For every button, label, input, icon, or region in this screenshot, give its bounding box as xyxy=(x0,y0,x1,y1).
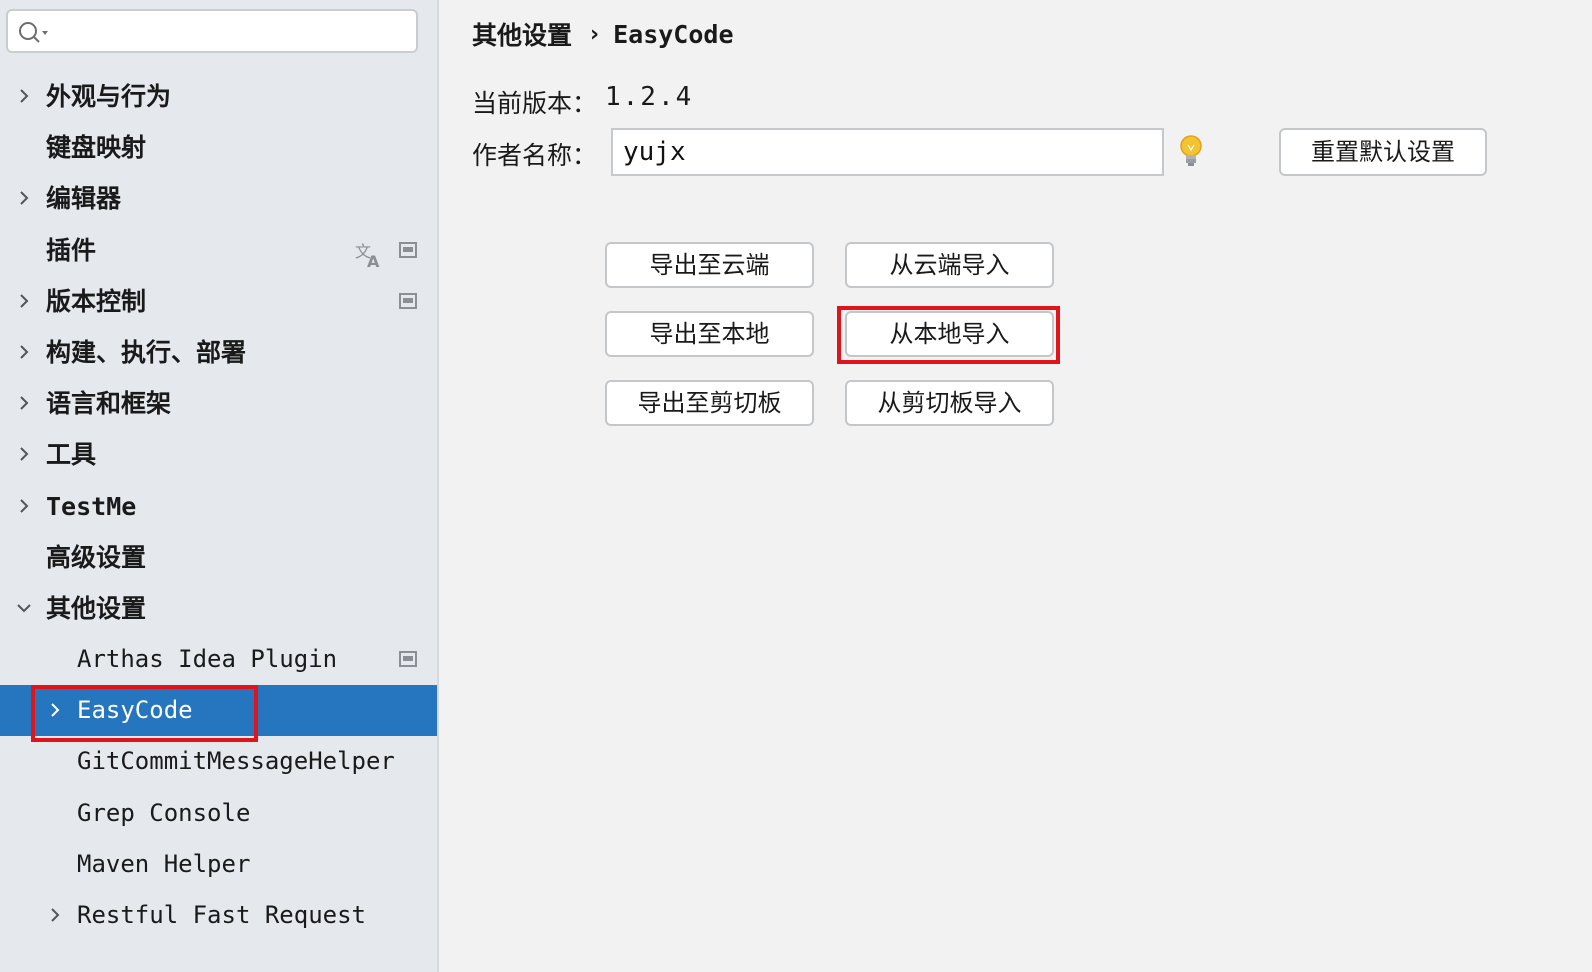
chevron-right-icon[interactable] xyxy=(47,907,63,923)
settings-tree: 外观与行为 键盘映射 编辑器 插件 文 A 版本控制 构建、执行、部署 语言和框… xyxy=(0,71,437,941)
export-clipboard-button[interactable]: 导出至剪切板 xyxy=(605,380,814,426)
tree-item-label: 高级设置 xyxy=(46,542,147,572)
tree-item-tools[interactable]: 工具 xyxy=(0,429,437,480)
tree-item-label: 工具 xyxy=(46,440,97,470)
import-cloud-button[interactable]: 从云端导入 xyxy=(845,242,1054,288)
tree-item-version-control[interactable]: 版本控制 xyxy=(0,276,437,327)
chevron-right-icon[interactable] xyxy=(16,293,32,309)
tree-item-label: EasyCode xyxy=(77,696,193,725)
tree-item-arthas[interactable]: Arthas Idea Plugin xyxy=(0,634,437,685)
tree-item-label: 编辑器 xyxy=(46,184,122,214)
reset-defaults-button[interactable]: 重置默认设置 xyxy=(1279,128,1487,176)
chevron-right-icon[interactable] xyxy=(16,190,32,206)
tree-item-label: 插件 xyxy=(46,235,97,265)
export-local-button[interactable]: 导出至本地 xyxy=(605,311,814,357)
tree-item-label: 版本控制 xyxy=(46,286,147,316)
breadcrumb-parent[interactable]: 其他设置 xyxy=(472,16,572,52)
tree-item-label: GitCommitMessageHelper xyxy=(77,747,395,776)
tree-item-languages[interactable]: 语言和框架 xyxy=(0,378,437,429)
lightbulb-icon[interactable] xyxy=(1179,134,1203,168)
tree-item-maven-helper[interactable]: Maven Helper xyxy=(0,839,437,890)
translate-icon: 文 A xyxy=(355,242,380,269)
tree-item-label: 键盘映射 xyxy=(46,133,147,163)
project-settings-icon xyxy=(399,651,417,668)
chevron-right-icon[interactable] xyxy=(47,702,63,718)
tree-item-label: Restful Fast Request xyxy=(77,901,366,929)
search-input[interactable] xyxy=(52,17,411,47)
settings-content: 其他设置 › EasyCode 当前版本： 1.2.4 作者名称： 重置默认设置… xyxy=(439,0,1592,972)
author-label: 作者名称： xyxy=(472,141,598,170)
tree-item-testme[interactable]: TestMe xyxy=(0,481,437,532)
tree-item-other-settings[interactable]: 其他设置 xyxy=(0,583,437,634)
breadcrumb: 其他设置 › EasyCode xyxy=(472,16,734,52)
tree-item-label: 外观与行为 xyxy=(46,82,172,111)
tree-item-label: Grep Console xyxy=(77,798,251,827)
import-local-button[interactable]: 从本地导入 xyxy=(845,311,1054,357)
tree-item-keymap[interactable]: 键盘映射 xyxy=(0,122,437,173)
chevron-right-icon[interactable] xyxy=(16,344,32,360)
chevron-right-icon[interactable] xyxy=(16,395,32,411)
svg-text:A: A xyxy=(367,252,380,269)
tree-item-label: TestMe xyxy=(46,491,137,521)
project-settings-icon xyxy=(399,241,417,258)
import-clipboard-button[interactable]: 从剪切板导入 xyxy=(845,380,1054,426)
version-value: 1.2.4 xyxy=(605,82,694,112)
tree-item-label: 其他设置 xyxy=(46,593,147,623)
export-cloud-button[interactable]: 导出至云端 xyxy=(605,242,814,288)
tree-item-label: 语言和框架 xyxy=(46,389,172,419)
tree-item-advanced[interactable]: 高级设置 xyxy=(0,532,437,583)
tree-item-gitcommit[interactable]: GitCommitMessageHelper xyxy=(0,736,437,787)
project-settings-icon xyxy=(399,292,417,309)
tree-item-label: Arthas Idea Plugin xyxy=(77,645,338,674)
chevron-down-icon[interactable] xyxy=(16,600,32,616)
tree-item-plugins[interactable]: 插件 文 A xyxy=(0,225,437,276)
author-name-input[interactable] xyxy=(611,128,1164,176)
chevron-right-icon[interactable] xyxy=(16,498,32,514)
chevron-right-icon[interactable] xyxy=(16,88,32,104)
settings-sidebar: 外观与行为 键盘映射 编辑器 插件 文 A 版本控制 构建、执行、部署 语言和框… xyxy=(0,0,439,972)
tree-item-appearance[interactable]: 外观与行为 xyxy=(0,71,437,122)
tree-item-label: 构建、执行、部署 xyxy=(46,337,247,367)
tree-item-restful-fast-request[interactable]: Restful Fast Request xyxy=(0,890,437,941)
tree-item-easycode[interactable]: EasyCode xyxy=(0,685,437,737)
version-label: 当前版本： xyxy=(472,89,598,118)
chevron-right-icon[interactable] xyxy=(16,446,32,462)
tree-item-grep-console[interactable]: Grep Console xyxy=(0,788,437,839)
tree-item-label: Maven Helper xyxy=(77,849,251,878)
breadcrumb-separator: › xyxy=(590,21,600,47)
tree-item-build[interactable]: 构建、执行、部署 xyxy=(0,327,437,378)
breadcrumb-current: EasyCode xyxy=(613,19,734,49)
search-field[interactable] xyxy=(6,9,418,53)
search-icon xyxy=(19,22,48,43)
tree-item-editor[interactable]: 编辑器 xyxy=(0,173,437,224)
